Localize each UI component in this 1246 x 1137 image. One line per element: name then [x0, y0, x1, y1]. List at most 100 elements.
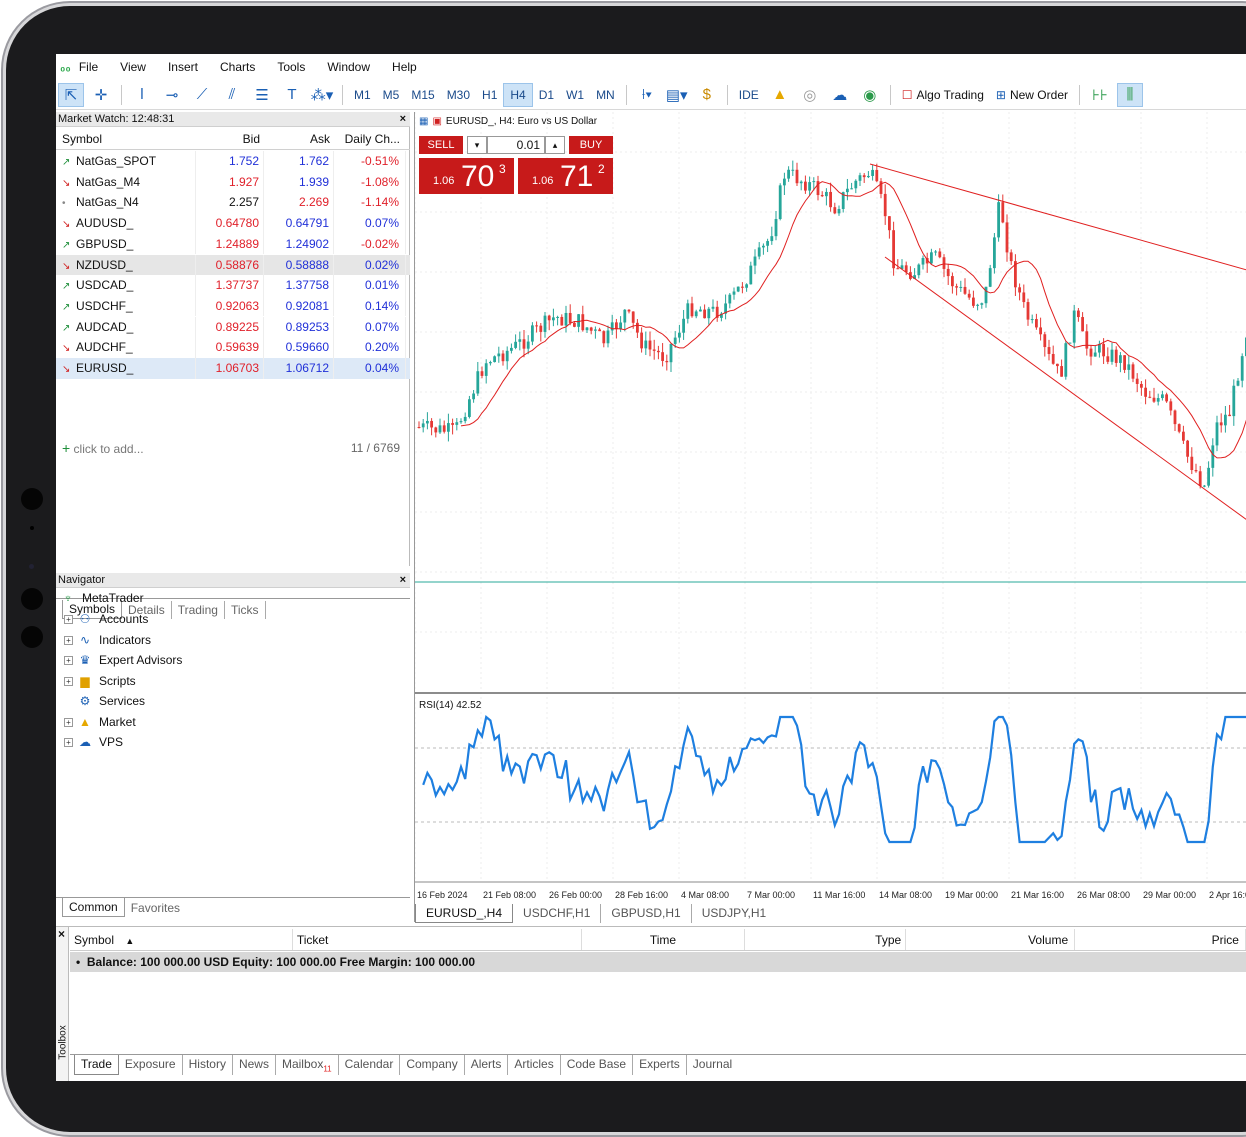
col-bid[interactable]: Bid: [196, 132, 264, 146]
crosshair-icon[interactable]: ✛: [88, 83, 114, 107]
timeframe-m5[interactable]: M5: [377, 83, 406, 107]
tab-usdchf-h1[interactable]: USDCHF,H1: [513, 904, 602, 923]
market-watch-row[interactable]: ↘ AUDCHF_ 0.59639 0.59660 0.20%: [56, 337, 410, 358]
tab-journal[interactable]: Journal: [687, 1055, 738, 1075]
timeframe-m1[interactable]: M1: [348, 83, 377, 107]
ide-button[interactable]: IDE: [733, 83, 765, 107]
tab-history[interactable]: History: [183, 1055, 233, 1076]
market-watch-row[interactable]: ↗ AUDCAD_ 0.89225 0.89253 0.07%: [56, 316, 410, 338]
nav-root[interactable]: ♆ MetaTrader: [60, 591, 144, 605]
market-watch-row[interactable]: ↗ NatGas_SPOT 1.752 1.762 -0.51%: [56, 151, 410, 172]
timeframe-mn[interactable]: MN: [590, 83, 621, 107]
tab-trade[interactable]: Trade: [74, 1055, 119, 1076]
buy-price-button[interactable]: 1.06 71 2: [518, 158, 613, 194]
expand-icon[interactable]: +: [64, 655, 73, 665]
lot-down-button[interactable]: ▾: [467, 136, 487, 154]
tab-news[interactable]: News: [233, 1055, 276, 1076]
market-watch-row[interactable]: ↗ USDCAD_ 1.37737 1.37758 0.01%: [56, 275, 410, 296]
tab-favorites[interactable]: Favorites: [125, 899, 186, 917]
col-symbol[interactable]: Symbol ▲: [70, 929, 293, 950]
dollar-icon[interactable]: $: [694, 83, 720, 107]
market-watch-row[interactable]: ↗ USDCHF_ 0.92063 0.92081 0.14%: [56, 295, 410, 317]
close-icon[interactable]: ×: [58, 927, 65, 941]
text-icon[interactable]: T: [279, 83, 305, 107]
col-type[interactable]: Type: [745, 929, 907, 950]
tab-calendar[interactable]: Calendar: [339, 1055, 401, 1076]
cursor-icon[interactable]: ⇱: [58, 82, 84, 107]
menu-insert[interactable]: Insert: [168, 60, 198, 74]
market-watch-row[interactable]: ↘ NZDUSD_ 0.58876 0.58888 0.02%: [56, 254, 410, 276]
timeframe-h1[interactable]: H1: [476, 83, 503, 107]
tab-alerts[interactable]: Alerts: [465, 1055, 509, 1076]
menu-view[interactable]: View: [120, 60, 146, 74]
menu-help[interactable]: Help: [392, 60, 417, 74]
timeframe-d1[interactable]: D1: [533, 83, 560, 107]
new-order-button[interactable]: ⊞ New Order: [996, 88, 1068, 102]
channel-icon[interactable]: ⫽: [219, 83, 245, 107]
templates-icon[interactable]: ▤▾: [664, 83, 690, 107]
algo-trading-button[interactable]: ☐ Algo Trading: [902, 88, 984, 102]
nav-item-accounts[interactable]: + ⚇ Accounts: [64, 612, 148, 626]
col-ask[interactable]: Ask: [264, 132, 334, 146]
col-daily-change[interactable]: Daily Ch...: [334, 132, 406, 146]
market-watch-row[interactable]: ↘ AUDUSD_ 0.64780 0.64791 0.07%: [56, 213, 410, 234]
depth-icon[interactable]: ⊦⊦: [1087, 83, 1113, 107]
lot-up-button[interactable]: ▴: [545, 136, 565, 154]
menu-charts[interactable]: Charts: [220, 60, 255, 74]
col-price[interactable]: Price: [1075, 929, 1246, 950]
tab-mailbox[interactable]: Mailbox11: [276, 1055, 339, 1076]
expand-icon[interactable]: +: [64, 676, 73, 686]
fibonacci-icon[interactable]: ☰: [249, 83, 275, 107]
buy-button[interactable]: BUY: [569, 136, 613, 154]
col-ticket[interactable]: Ticket: [293, 929, 582, 950]
market-watch-row[interactable]: ↘ EURUSD_ 1.06703 1.06712 0.04%: [56, 358, 410, 379]
close-icon[interactable]: ×: [400, 573, 406, 588]
close-icon[interactable]: ×: [400, 112, 406, 127]
timeframe-w1[interactable]: W1: [560, 83, 590, 107]
col-symbol[interactable]: Symbol: [56, 132, 196, 146]
tab-common[interactable]: Common: [62, 898, 125, 917]
tab-usdjpy-h1[interactable]: USDJPY,H1: [692, 904, 776, 923]
col-volume[interactable]: Volume: [906, 929, 1076, 950]
signal-icon[interactable]: ◎: [797, 83, 823, 107]
chart-window[interactable]: 16 Feb 2024 21 Feb 08:00 26 Feb 00:00 28 Fe…: [414, 112, 1246, 923]
add-symbol-row[interactable]: + click to add... 11 / 6769: [56, 438, 410, 459]
expand-icon[interactable]: +: [64, 717, 73, 727]
menu-tools[interactable]: Tools: [277, 60, 305, 74]
tab-experts[interactable]: Experts: [633, 1055, 687, 1076]
timeframe-m15[interactable]: M15: [405, 83, 440, 107]
expand-icon[interactable]: +: [64, 635, 73, 645]
tab-eurusd-h4[interactable]: EURUSD_,H4: [415, 904, 514, 923]
timeframe-h4[interactable]: H4: [503, 82, 533, 107]
menu-window[interactable]: Window: [327, 60, 370, 74]
vertical-line-icon[interactable]: ǀ: [129, 83, 155, 107]
chart-type-icon[interactable]: ⫼: [1116, 82, 1143, 107]
tab-gbpusd-h1[interactable]: GBPUSD,H1: [601, 904, 692, 923]
indicators-icon[interactable]: ⟊▾: [634, 83, 660, 107]
sell-price-button[interactable]: 1.06 70 3: [419, 158, 514, 194]
shapes-icon[interactable]: ⁂▾: [309, 83, 335, 107]
lot-input[interactable]: 0.01: [487, 136, 545, 154]
horizontal-line-icon[interactable]: ⊸: [159, 83, 185, 107]
timeframe-m30[interactable]: M30: [441, 83, 476, 107]
market-watch-row[interactable]: • NatGas_N4 2.257 2.269 -1.14%: [56, 192, 410, 213]
nav-item-services[interactable]: ⚙ Services: [77, 694, 145, 708]
col-time[interactable]: Time: [582, 929, 745, 950]
tab-exposure[interactable]: Exposure: [119, 1055, 183, 1076]
tab-company[interactable]: Company: [400, 1055, 465, 1076]
market-bag-icon[interactable]: ▲: [767, 83, 793, 107]
tab-code-base[interactable]: Code Base: [561, 1055, 634, 1076]
market-watch-row[interactable]: ↗ GBPUSD_ 1.24889 1.24902 -0.02%: [56, 233, 410, 255]
nav-item-market[interactable]: + ▲ Market: [64, 715, 136, 729]
tab-articles[interactable]: Articles: [508, 1055, 561, 1076]
expand-icon[interactable]: +: [64, 737, 73, 747]
trendline-icon[interactable]: ⟋: [189, 83, 215, 107]
nav-item-scripts[interactable]: + ▆ Scripts: [64, 674, 136, 688]
market-watch-row[interactable]: ↘ NatGas_M4 1.927 1.939 -1.08%: [56, 171, 410, 193]
nav-item-indicators[interactable]: + ∿ Indicators: [64, 633, 151, 647]
price-chart[interactable]: 16 Feb 2024 21 Feb 08:00 26 Feb 00:00 28 Fe…: [415, 112, 1246, 902]
nav-item-vps[interactable]: + ☁ VPS: [64, 735, 123, 749]
expand-icon[interactable]: +: [64, 614, 73, 624]
menu-file[interactable]: File: [79, 60, 98, 74]
community-icon[interactable]: ◉: [857, 83, 883, 107]
